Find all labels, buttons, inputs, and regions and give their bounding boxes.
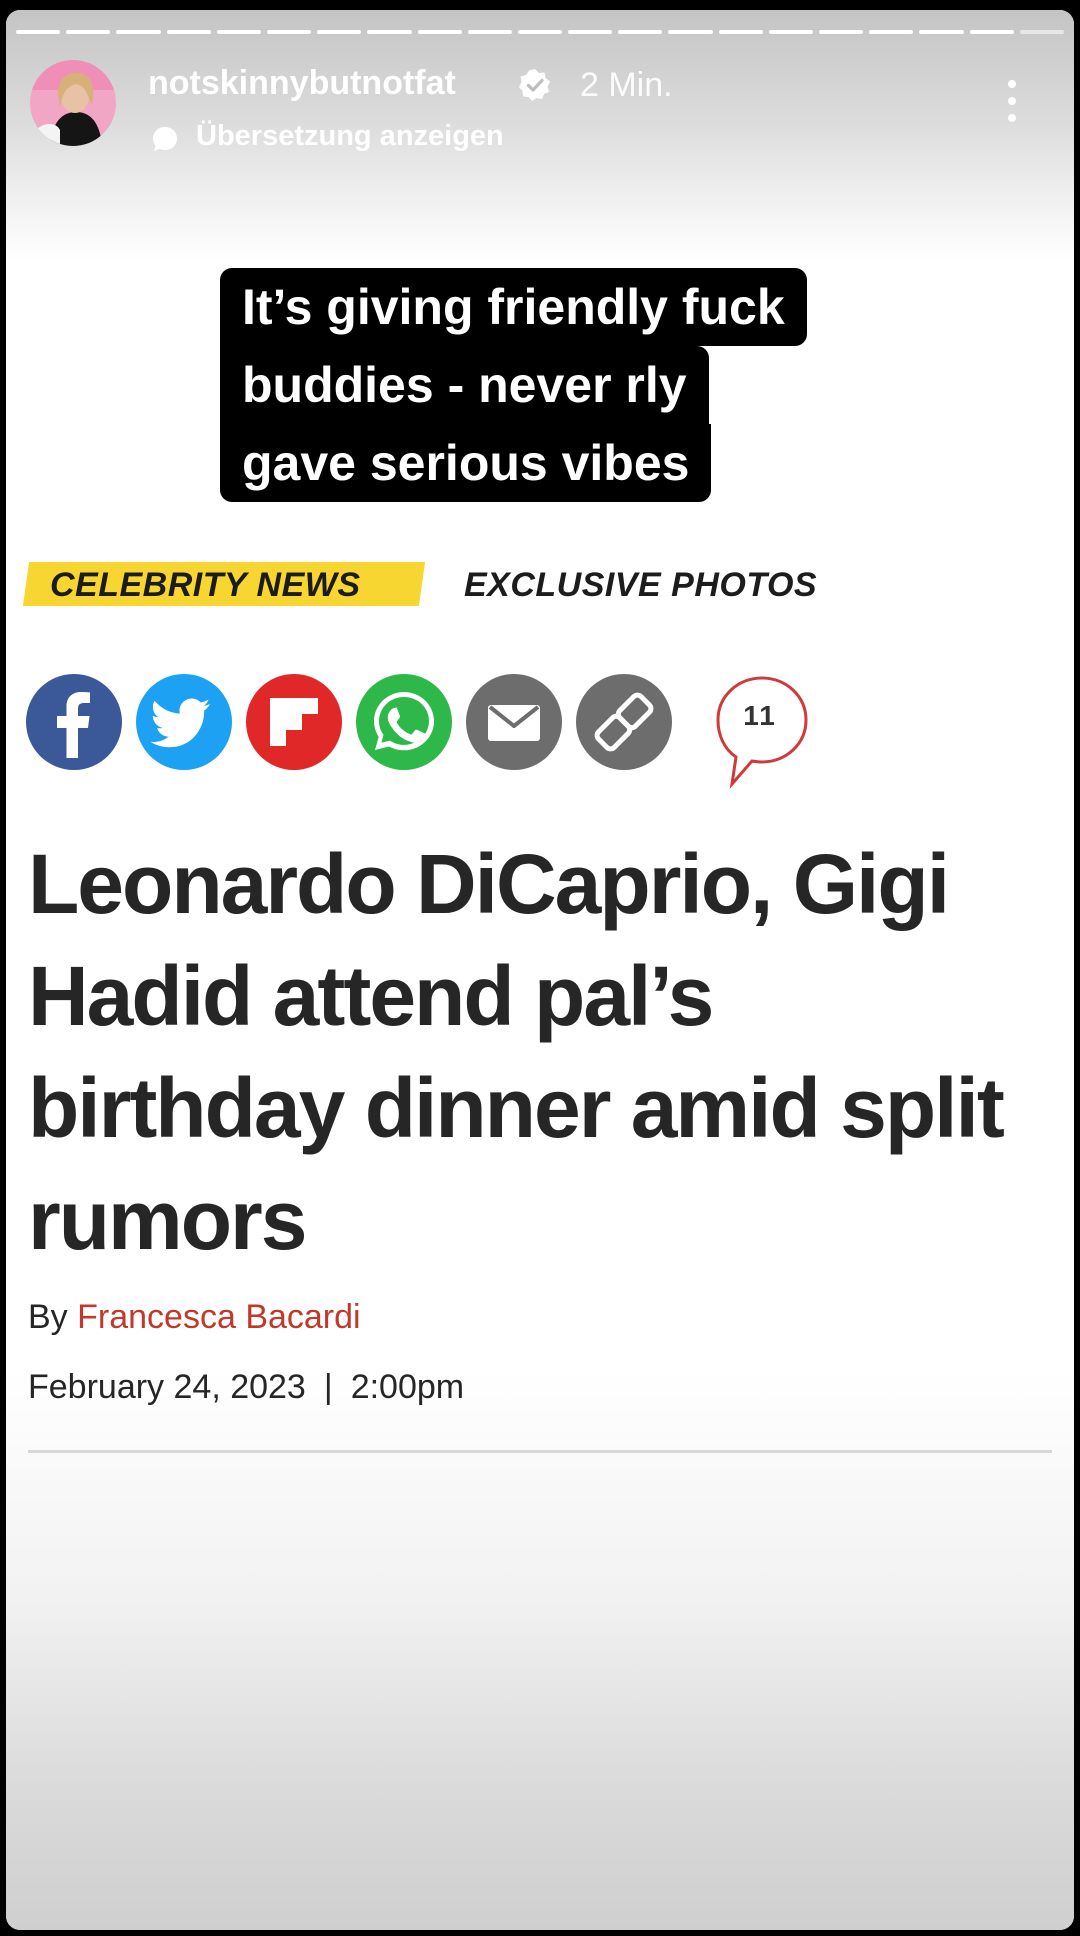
progress-segment	[768, 30, 813, 34]
avatar-image	[30, 60, 116, 146]
byline-prefix: By	[28, 1298, 68, 1336]
translate-button[interactable]: Übersetzung anzeigen	[196, 120, 504, 153]
progress-segment	[568, 30, 613, 34]
progress-segment	[668, 30, 713, 34]
story-progress-bar	[16, 30, 1064, 34]
story-time: 2 Min.	[580, 66, 673, 104]
publish-date: February 24, 2023	[28, 1368, 306, 1406]
progress-segment	[417, 30, 462, 34]
caption-line: It’s giving friendly fuck	[220, 268, 807, 346]
comment-bubble-icon[interactable]	[710, 670, 814, 800]
progress-segment	[216, 30, 261, 34]
progress-segment	[116, 30, 161, 34]
exclusive-photos-tag[interactable]: EXCLUSIVE PHOTOS	[464, 566, 817, 605]
caption-line: buddies - never rly	[220, 346, 709, 424]
headline-line: Leonardo DiCaprio, Gigi	[28, 837, 950, 931]
caption-sticker: It’s giving friendly fuck buddies - neve…	[220, 268, 920, 502]
more-options-icon[interactable]	[1000, 80, 1024, 130]
article-headline: Leonardo DiCaprio, Gigi Hadid attend pal…	[28, 828, 1058, 1276]
progress-segment	[367, 30, 412, 34]
flipboard-icon[interactable]	[246, 674, 342, 770]
progress-segment	[618, 30, 663, 34]
publish-time: 2:00pm	[350, 1368, 465, 1406]
translate-bubble-icon	[153, 127, 177, 151]
whatsapp-icon[interactable]	[356, 674, 452, 770]
bottom-gradient	[6, 1370, 1074, 1930]
progress-segment	[718, 30, 763, 34]
progress-segment	[517, 30, 563, 34]
headline-line: Hadid attend pal’s	[28, 949, 714, 1043]
celebrity-news-tag[interactable]: CELEBRITY NEWS	[50, 566, 361, 605]
byline: By Francesca Bacardi	[28, 1298, 361, 1337]
author-link[interactable]: Francesca Bacardi	[77, 1298, 360, 1336]
headline-line: rumors	[28, 1173, 307, 1267]
story-viewer[interactable]: notskinnybutnotfat 2 Min. Übersetzung an…	[6, 10, 1074, 1930]
progress-segment	[317, 30, 362, 34]
avatar[interactable]	[30, 60, 116, 146]
caption-line: gave serious vibes	[220, 424, 712, 502]
verified-badge-icon	[519, 69, 550, 101]
progress-segment	[16, 30, 61, 34]
progress-segment	[166, 30, 211, 34]
twitter-icon[interactable]	[136, 674, 232, 770]
progress-segment	[66, 30, 111, 34]
dateline: February 24, 2023 | 2:00pm	[28, 1368, 464, 1407]
email-icon[interactable]	[466, 674, 562, 770]
date-separator: |	[323, 1368, 333, 1406]
headline-line: birthday dinner amid split	[28, 1061, 1005, 1155]
progress-segment	[819, 30, 864, 34]
comment-count[interactable]: 11	[710, 700, 810, 732]
progress-segment	[869, 30, 914, 34]
progress-segment	[1019, 30, 1064, 34]
progress-segment	[969, 30, 1014, 34]
progress-segment	[266, 30, 312, 34]
progress-segment	[467, 30, 512, 34]
story-username[interactable]: notskinnybutnotfat	[148, 64, 456, 103]
progress-segment	[919, 30, 964, 34]
facebook-icon[interactable]	[26, 674, 122, 770]
link-icon[interactable]	[576, 674, 672, 770]
divider	[28, 1450, 1052, 1453]
